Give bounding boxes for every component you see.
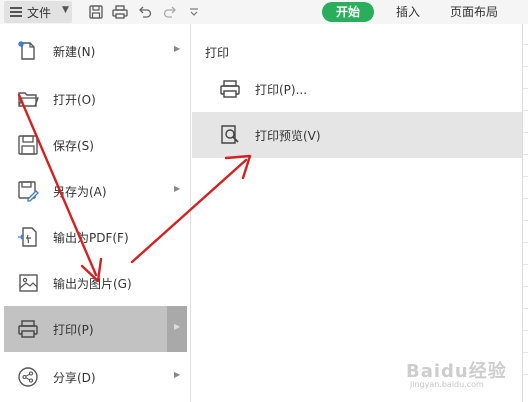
- chevron-right-icon: ▶: [174, 370, 181, 379]
- menu-item-save-as[interactable]: 另存为(A) ▶: [4, 168, 187, 214]
- file-menu: 新建(N) ▶ 打开(O) 保存(S) 另存为(A) ▶ 输出为PDF(F) 输…: [0, 24, 191, 402]
- menu-item-label: 分享(D): [53, 371, 96, 385]
- submenu-item-label: 打印预览(V): [255, 129, 321, 143]
- undo-icon[interactable]: [135, 2, 155, 22]
- share-icon: [17, 366, 39, 388]
- menu-item-print[interactable]: 打印(P) ▶: [4, 306, 187, 352]
- export-image-icon: [17, 272, 39, 294]
- submenu-item-print-preview[interactable]: 打印预览(V): [192, 112, 522, 158]
- save-icon[interactable]: [86, 2, 106, 22]
- submenu-item-label: 打印(P)...: [255, 83, 308, 97]
- folder-open-icon: [17, 88, 39, 110]
- menu-item-export-pdf[interactable]: 输出为PDF(F): [4, 214, 187, 260]
- chevron-down-icon: ▼: [62, 5, 69, 15]
- hamburger-icon: [10, 7, 22, 17]
- tab-home[interactable]: 开始: [322, 2, 374, 22]
- print-preview-icon: [219, 124, 241, 146]
- top-toolbar: 文件 ▼ 开始 插入 页面布局: [0, 0, 528, 24]
- print-icon[interactable]: [110, 2, 130, 22]
- menu-item-label: 打印(P): [53, 323, 94, 337]
- submenu-title: 打印: [205, 46, 230, 60]
- menu-item-label: 保存(S): [53, 139, 94, 153]
- new-document-icon: [17, 40, 39, 62]
- save-as-icon: [17, 180, 39, 202]
- menu-item-save[interactable]: 保存(S): [4, 122, 187, 168]
- chevron-right-icon: ▶: [174, 44, 181, 53]
- tab-page-layout[interactable]: 页面布局: [450, 2, 498, 22]
- menu-item-share[interactable]: 分享(D) ▶: [4, 354, 187, 400]
- export-pdf-icon: [17, 226, 39, 248]
- menu-item-label: 输出为PDF(F): [53, 231, 129, 245]
- chevron-right-icon: ▶: [174, 184, 181, 193]
- print-submenu: 打印 打印(P)... 打印预览(V): [192, 24, 522, 402]
- menu-item-label: 输出为图片(G): [53, 277, 132, 291]
- printer-icon: [219, 78, 241, 100]
- chevron-right-icon: ▶: [174, 322, 181, 331]
- customize-icon[interactable]: [184, 2, 204, 22]
- printer-icon: [17, 318, 39, 340]
- watermark-url: jingyan.baidu.com: [410, 380, 484, 389]
- menu-item-new[interactable]: 新建(N) ▶: [4, 28, 187, 74]
- menu-item-open[interactable]: 打开(O): [4, 76, 187, 122]
- submenu-item-print[interactable]: 打印(P)...: [192, 66, 522, 112]
- save-icon: [17, 134, 39, 156]
- menu-item-label: 新建(N): [53, 45, 96, 59]
- redo-icon[interactable]: [160, 2, 180, 22]
- watermark-logo: Baidu经验 jingyan.baidu.com: [404, 355, 522, 395]
- menu-item-label: 打开(O): [53, 93, 96, 107]
- spreadsheet-background: [522, 24, 528, 402]
- file-menu-button[interactable]: 文件 ▼: [4, 1, 72, 23]
- file-menu-label: 文件: [27, 6, 52, 20]
- menu-item-label: 另存为(A): [53, 185, 107, 199]
- menu-item-export-image[interactable]: 输出为图片(G): [4, 260, 187, 306]
- tab-insert[interactable]: 插入: [396, 2, 420, 22]
